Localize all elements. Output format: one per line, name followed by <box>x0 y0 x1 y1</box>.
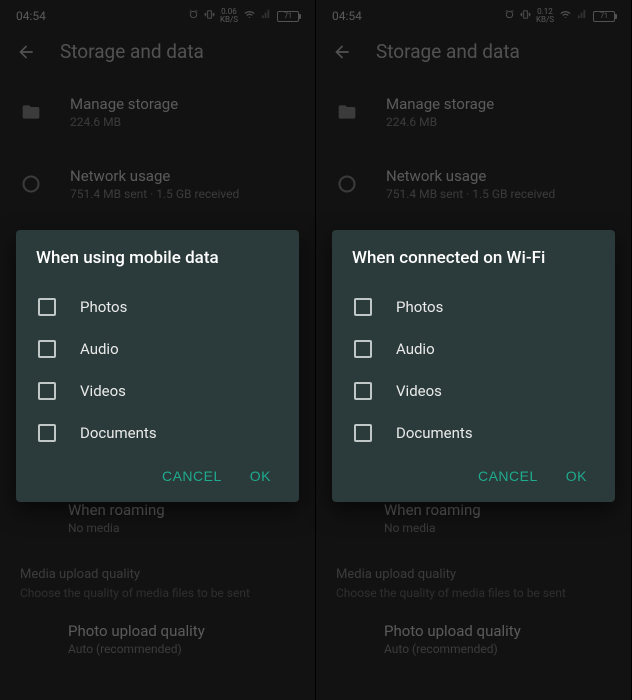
page-title: Storage and data <box>60 40 204 63</box>
network-usage-sub: 751.4 MB sent · 1.5 GB received <box>70 187 239 201</box>
option-documents[interactable]: Documents <box>36 412 279 454</box>
roaming-row[interactable]: When roaming No media <box>316 495 631 549</box>
net-speed: 0.12KB/S <box>536 8 554 24</box>
status-icons: 0.06KB/S 71 <box>188 8 299 24</box>
page-header: Storage and data <box>316 28 631 81</box>
photo-quality-sub: Auto (recommended) <box>384 642 521 656</box>
option-videos[interactable]: Videos <box>36 370 279 412</box>
manage-storage-title: Manage storage <box>386 95 494 113</box>
cancel-button[interactable]: CANCEL <box>478 468 538 484</box>
status-bar: 04:54 0.12KB/S 71 <box>316 0 631 28</box>
folder-icon <box>336 101 358 123</box>
dialog-actions: CANCEL OK <box>36 454 279 492</box>
back-icon[interactable] <box>332 42 352 62</box>
battery-icon: 71 <box>277 11 299 22</box>
clock: 04:54 <box>332 9 362 23</box>
option-photos[interactable]: Photos <box>36 286 279 328</box>
option-photos[interactable]: Photos <box>352 286 595 328</box>
media-autodownload-dialog: When using mobile data Photos Audio Vide… <box>16 230 299 502</box>
net-speed: 0.06KB/S <box>220 8 238 24</box>
data-usage-icon <box>20 173 42 195</box>
alarm-icon <box>188 9 199 23</box>
network-usage-title: Network usage <box>70 167 239 185</box>
option-videos[interactable]: Videos <box>352 370 595 412</box>
network-usage-sub: 751.4 MB sent · 1.5 GB received <box>386 187 555 201</box>
manage-storage-row[interactable]: Manage storage 224.6 MB <box>316 81 631 143</box>
clock: 04:54 <box>16 9 46 23</box>
network-usage-row[interactable]: Network usage 751.4 MB sent · 1.5 GB rec… <box>316 153 631 215</box>
option-label: Audio <box>396 340 435 358</box>
quality-section-sub: Choose the quality of media files to be … <box>0 586 315 608</box>
roaming-title: When roaming <box>68 501 165 519</box>
photo-quality-title: Photo upload quality <box>384 622 521 640</box>
status-bar: 04:54 0.06KB/S 71 <box>0 0 315 28</box>
option-label: Photos <box>80 298 127 316</box>
dialog-title: When using mobile data <box>36 248 279 268</box>
page-title: Storage and data <box>376 40 520 63</box>
wifi-icon <box>243 9 256 23</box>
page-header: Storage and data <box>0 28 315 81</box>
checkbox-icon[interactable] <box>38 340 56 358</box>
option-label: Videos <box>396 382 442 400</box>
option-label: Documents <box>80 424 157 442</box>
back-icon[interactable] <box>16 42 36 62</box>
checkbox-icon[interactable] <box>354 340 372 358</box>
network-usage-row[interactable]: Network usage 751.4 MB sent · 1.5 GB rec… <box>0 153 315 215</box>
option-label: Videos <box>80 382 126 400</box>
photo-quality-row[interactable]: Photo upload quality Auto (recommended) <box>0 608 315 670</box>
ok-button[interactable]: OK <box>566 468 587 484</box>
phone-right: 04:54 0.12KB/S 71 Storage and data Manag… <box>316 0 632 700</box>
roaming-sub: No media <box>384 521 481 535</box>
photo-quality-title: Photo upload quality <box>68 622 205 640</box>
checkbox-icon[interactable] <box>38 298 56 316</box>
status-icons: 0.12KB/S 71 <box>504 8 615 24</box>
ok-button[interactable]: OK <box>250 468 271 484</box>
vibrate-icon <box>204 9 215 23</box>
option-audio[interactable]: Audio <box>352 328 595 370</box>
photo-quality-row[interactable]: Photo upload quality Auto (recommended) <box>316 608 631 670</box>
media-autodownload-dialog: When connected on Wi-Fi Photos Audio Vid… <box>332 230 615 502</box>
alarm-icon <box>504 9 515 23</box>
manage-storage-sub: 224.6 MB <box>386 115 494 129</box>
photo-quality-sub: Auto (recommended) <box>68 642 205 656</box>
vibrate-icon <box>520 9 531 23</box>
network-usage-title: Network usage <box>386 167 555 185</box>
data-usage-icon <box>336 173 358 195</box>
quality-section-sub: Choose the quality of media files to be … <box>316 586 631 608</box>
wifi-icon <box>559 9 572 23</box>
option-label: Documents <box>396 424 473 442</box>
dialog-actions: CANCEL OK <box>352 454 595 492</box>
manage-storage-sub: 224.6 MB <box>70 115 178 129</box>
battery-icon: 71 <box>593 11 615 22</box>
checkbox-icon[interactable] <box>38 424 56 442</box>
signal-icon <box>261 9 272 23</box>
option-label: Audio <box>80 340 119 358</box>
roaming-row[interactable]: When roaming No media <box>0 495 315 549</box>
checkbox-icon[interactable] <box>354 382 372 400</box>
dialog-title: When connected on Wi-Fi <box>352 248 595 268</box>
roaming-title: When roaming <box>384 501 481 519</box>
phone-left: 04:54 0.06KB/S 71 Storage and data Manag… <box>0 0 316 700</box>
quality-section-label: Media upload quality <box>0 549 315 586</box>
quality-section-label: Media upload quality <box>316 549 631 586</box>
option-label: Photos <box>396 298 443 316</box>
checkbox-icon[interactable] <box>38 382 56 400</box>
checkbox-icon[interactable] <box>354 424 372 442</box>
signal-icon <box>577 9 588 23</box>
folder-icon <box>20 101 42 123</box>
manage-storage-row[interactable]: Manage storage 224.6 MB <box>0 81 315 143</box>
cancel-button[interactable]: CANCEL <box>162 468 222 484</box>
checkbox-icon[interactable] <box>354 298 372 316</box>
option-documents[interactable]: Documents <box>352 412 595 454</box>
option-audio[interactable]: Audio <box>36 328 279 370</box>
manage-storage-title: Manage storage <box>70 95 178 113</box>
roaming-sub: No media <box>68 521 165 535</box>
